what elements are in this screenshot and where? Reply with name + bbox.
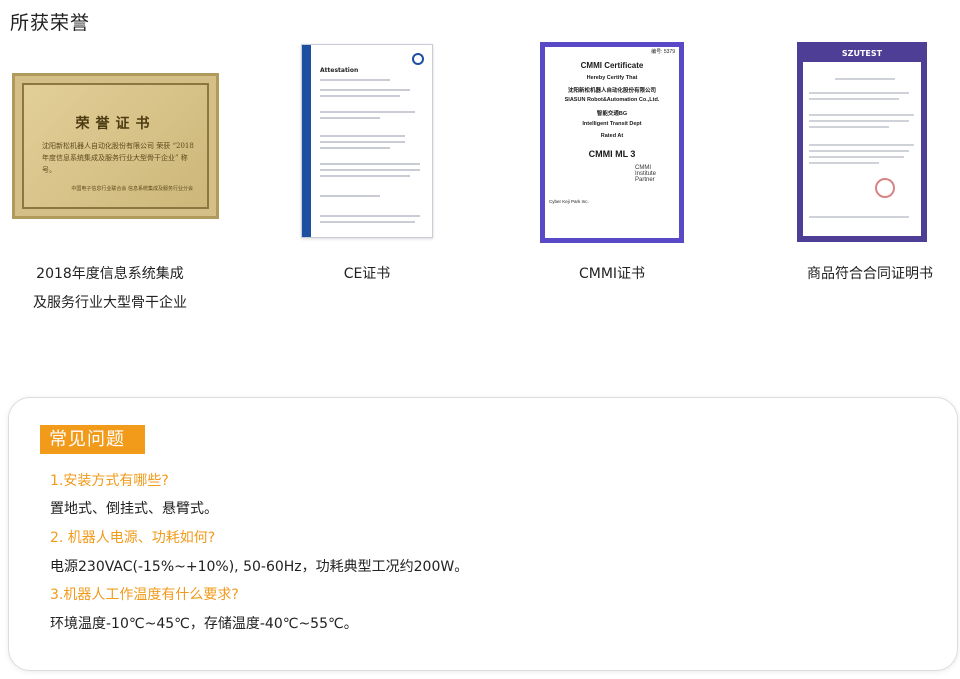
- text-line: [320, 111, 415, 113]
- cmmi-partner-logo-icon: CMMI Institute Partner: [635, 165, 657, 183]
- cmmi-line: 沈阳新松机器人自动化股份有限公司: [567, 88, 656, 94]
- cmmi-line: Rated At: [600, 133, 624, 139]
- text-line: [320, 175, 410, 177]
- text-line: [320, 95, 400, 97]
- ce-certificate-image: Attestation: [301, 44, 433, 238]
- faq-answer: 置地式、倒挂式、悬臂式。: [50, 501, 218, 517]
- honor-certificate-image: 荣誉证书 沈阳新松机器人自动化股份有限公司 荣获 “2018 年度信息系统集成及…: [12, 73, 219, 219]
- certifier-logo-icon: [412, 53, 424, 65]
- text-line: [809, 162, 879, 164]
- stamp-icon: [875, 178, 895, 198]
- ce-doc-title: Attestation: [320, 67, 359, 74]
- cmmi-line: Intelligent Transit Dept: [582, 121, 642, 127]
- szutest-certificate-image: SZUTEST: [797, 42, 927, 242]
- faq-title: 常见问题: [40, 425, 145, 454]
- text-line: [320, 195, 380, 197]
- text-line: [809, 114, 914, 116]
- text-line: [320, 169, 420, 171]
- caption-line: 2018年度信息系统集成: [36, 266, 184, 282]
- faq-answer: 环境温度-10℃~45℃，存储温度-40℃~55℃。: [50, 616, 358, 632]
- faq-answer: 电源230VAC(-15%~+10%), 50-60Hz，功耗典型工况约200W…: [50, 559, 469, 575]
- text-line: [809, 98, 899, 100]
- text-line: [320, 89, 410, 91]
- text-line: [320, 117, 380, 119]
- text-line: [320, 163, 420, 165]
- cmmi-certificate-image: 编号: 5379 CMMI Certificate Hereby Certify…: [540, 42, 684, 243]
- cmmi-title: CMMI Certificate: [580, 61, 644, 70]
- text-line: [809, 150, 909, 152]
- text-line: [835, 78, 895, 80]
- plaque-body: 沈阳新松机器人自动化股份有限公司 荣获 “2018 年度信息系统集成及服务行业大…: [42, 142, 194, 174]
- text-line: [809, 126, 889, 128]
- text-line: [320, 141, 405, 143]
- cmmi-line: SIASUN Robot&Automation Co.,Ltd.: [564, 97, 660, 103]
- plaque-footer: 中国电子信息行业联合会 信息系统集成及服务行业分会: [71, 186, 193, 192]
- cmmi-number: 编号: 5379: [651, 49, 675, 55]
- text-line: [809, 156, 904, 158]
- faq-question: 2. 机器人电源、功耗如何?: [50, 530, 216, 546]
- text-line: [320, 135, 405, 137]
- honor-certificate-caption: 2018年度信息系统集成 及服务行业大型骨干企业: [10, 260, 210, 318]
- caption-line: 及服务行业大型骨干企业: [33, 295, 187, 311]
- text-line: [320, 147, 390, 149]
- plaque-title: 荣誉证书: [75, 116, 156, 132]
- text-line: [320, 215, 420, 217]
- faq-question: 3.机器人工作温度有什么要求?: [50, 587, 239, 603]
- text-line: [809, 120, 909, 122]
- section-title: 所获荣誉: [10, 12, 91, 34]
- szutest-logo-icon: SZUTEST: [803, 46, 921, 62]
- text-line: [809, 92, 909, 94]
- cmmi-footer: Cyber Keji Park Inc.: [549, 199, 589, 204]
- szutest-certificate-caption: 商品符合合同证明书: [807, 266, 933, 282]
- ce-certificate-caption: CE证书: [343, 266, 391, 282]
- cmmi-line: 智能交通BG: [596, 111, 628, 117]
- cmmi-certificate-caption: CMMI证书: [578, 266, 646, 282]
- faq-question: 1.安装方式有哪些?: [50, 473, 169, 489]
- text-line: [320, 221, 415, 223]
- text-line: [809, 216, 909, 218]
- text-line: [809, 144, 914, 146]
- ce-side-bar: [302, 45, 311, 237]
- cmmi-level: CMMI ML 3: [588, 149, 636, 159]
- cmmi-line: Hereby Certify That: [586, 75, 638, 81]
- text-line: [320, 79, 390, 81]
